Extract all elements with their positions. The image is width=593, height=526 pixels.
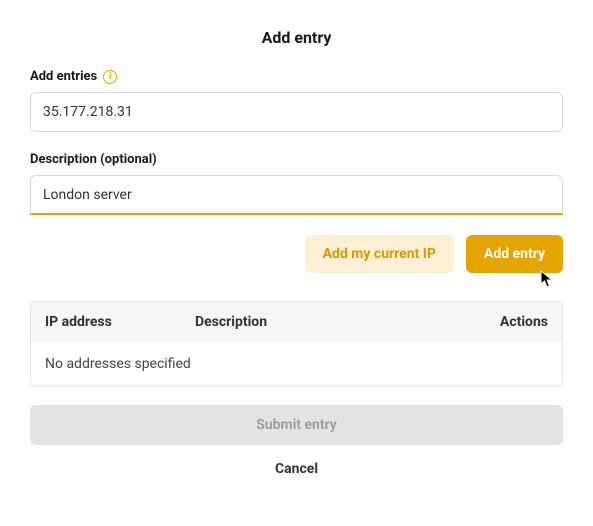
table-header-description: Description	[195, 314, 468, 330]
description-input[interactable]	[30, 175, 563, 215]
dialog-title: Add entry	[30, 28, 563, 47]
table-header-row: IP address Description Actions	[31, 302, 562, 342]
entries-label: Add entries i	[30, 69, 563, 84]
entries-table: IP address Description Actions No addres…	[30, 301, 563, 387]
entries-field-group: Add entries i	[30, 69, 563, 132]
submit-entry-button[interactable]: Submit entry	[30, 405, 563, 445]
add-current-ip-button[interactable]: Add my current IP	[305, 235, 454, 273]
description-field-group: Description (optional)	[30, 152, 563, 215]
action-button-row: Add my current IP Add entry	[30, 235, 563, 273]
table-header-ip: IP address	[45, 314, 195, 330]
description-label-text: Description (optional)	[30, 152, 157, 167]
info-icon[interactable]: i	[103, 70, 117, 84]
cursor-icon	[540, 270, 558, 294]
table-header-actions: Actions	[468, 314, 548, 330]
table-empty-message: No addresses specified	[31, 342, 562, 386]
description-label: Description (optional)	[30, 152, 563, 167]
entries-input[interactable]	[30, 92, 563, 132]
entries-label-text: Add entries	[30, 69, 97, 84]
add-entry-button[interactable]: Add entry	[466, 235, 563, 273]
cancel-button[interactable]: Cancel	[30, 461, 563, 477]
